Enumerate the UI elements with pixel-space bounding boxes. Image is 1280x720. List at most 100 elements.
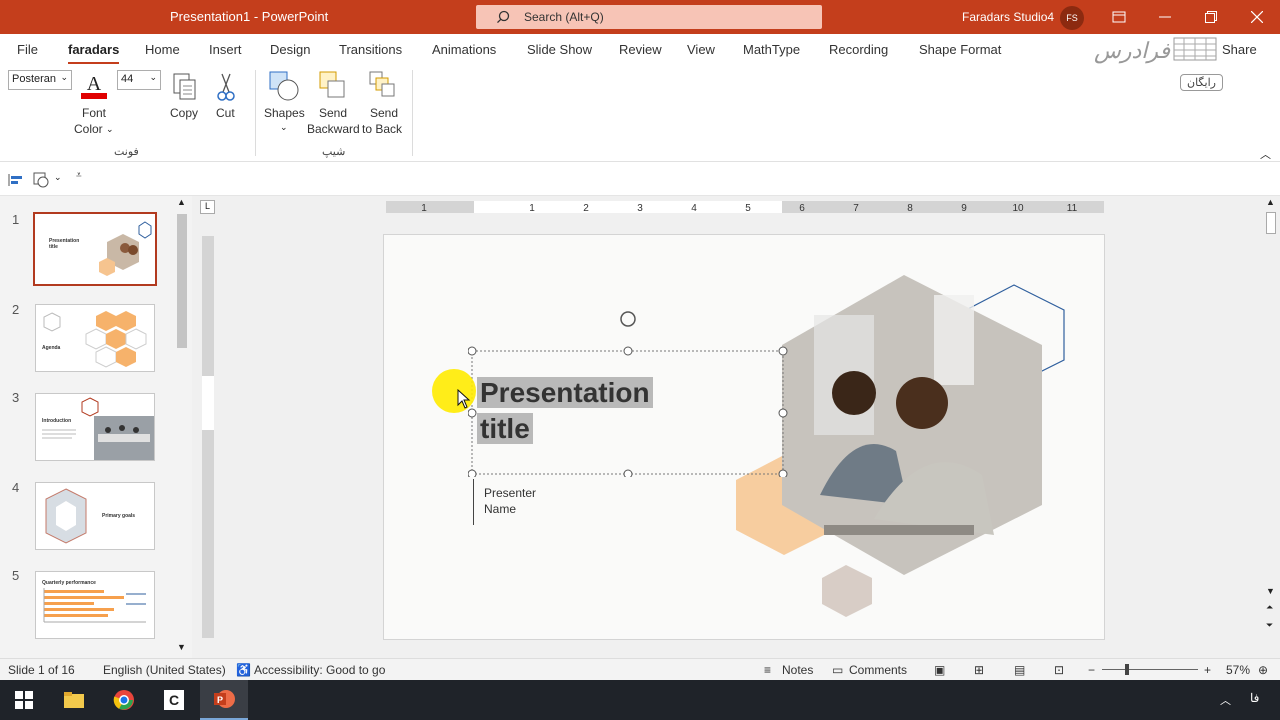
tab-animations[interactable]: Animations bbox=[432, 42, 496, 57]
powerpoint-icon: P bbox=[214, 690, 235, 708]
close-icon[interactable] bbox=[1234, 0, 1280, 34]
tab-view[interactable]: View bbox=[687, 42, 715, 57]
send-to-back-button[interactable]: Send to Back bbox=[360, 70, 408, 140]
shape-outline-icon[interactable] bbox=[33, 172, 49, 188]
zoom-out-icon[interactable]: − bbox=[1088, 663, 1095, 677]
group-separator bbox=[255, 70, 256, 156]
scroll-up-icon[interactable]: ▲ bbox=[177, 197, 186, 207]
comments-button[interactable]: Comments bbox=[849, 663, 907, 677]
tab-recording[interactable]: Recording bbox=[829, 42, 888, 57]
watermark-brand: فرادرس bbox=[1094, 38, 1171, 63]
scrollbar-thumb[interactable] bbox=[177, 214, 187, 348]
restore-icon[interactable] bbox=[1188, 0, 1234, 34]
tab-file[interactable]: File bbox=[17, 42, 38, 57]
send-backward-label-2: Backward bbox=[307, 122, 360, 136]
start-button[interactable] bbox=[0, 680, 48, 720]
tab-faradars[interactable]: faradars bbox=[68, 42, 120, 65]
normal-view-icon[interactable]: ▣ bbox=[934, 663, 945, 677]
send-backward-button[interactable]: Send Backward bbox=[306, 70, 360, 140]
account-name[interactable]: Faradars Studio4 bbox=[962, 10, 1054, 24]
scroll-up-icon[interactable]: ▲ bbox=[1266, 197, 1275, 207]
zoom-slider-thumb[interactable] bbox=[1125, 664, 1129, 675]
slide-thumbnail-3[interactable]: Introduction bbox=[35, 393, 155, 461]
slide-thumbnail-5[interactable]: Quarterly performance bbox=[35, 571, 155, 639]
font-color-icon: A bbox=[81, 73, 107, 99]
font-size-combo[interactable]: 44 ⌄ bbox=[117, 70, 161, 90]
ruler-number: 7 bbox=[853, 203, 859, 213]
tab-review[interactable]: Review bbox=[619, 42, 662, 57]
chevron-down-icon[interactable]: ⌄ bbox=[54, 172, 62, 183]
slide-thumbnail-1[interactable]: Presentation title bbox=[33, 212, 157, 286]
capture-app-button[interactable]: C bbox=[150, 680, 198, 720]
slide-canvas[interactable]: Presentation title Presenter Name bbox=[383, 234, 1105, 640]
file-explorer-button[interactable] bbox=[50, 680, 98, 720]
scroll-down-icon[interactable]: ▼ bbox=[1266, 586, 1275, 596]
accessibility-status[interactable]: Accessibility: Good to go bbox=[254, 663, 385, 677]
slide-thumbnail-4[interactable]: Primary goals bbox=[35, 482, 155, 550]
next-slide-icon[interactable]: ⏷ bbox=[1266, 620, 1273, 631]
notes-button[interactable]: Notes bbox=[782, 663, 813, 677]
windows-logo-icon bbox=[15, 691, 33, 709]
shapes-button[interactable]: Shapes ⌄ bbox=[262, 70, 306, 140]
folder-icon bbox=[64, 692, 84, 708]
powerpoint-button[interactable]: P bbox=[200, 680, 248, 720]
keyboard-language[interactable]: فا bbox=[1250, 691, 1259, 705]
slide-thumbnail-2[interactable]: Agenda bbox=[35, 304, 155, 372]
ribbon-display-options-icon[interactable] bbox=[1096, 0, 1142, 34]
thumb-bar-chart bbox=[43, 588, 146, 623]
font-name-combo[interactable]: Posteran ⌄ bbox=[8, 70, 72, 90]
presenter-name[interactable]: Presenter Name bbox=[484, 485, 554, 517]
slide-title[interactable]: Presentation title bbox=[477, 375, 653, 447]
accessibility-icon: ♿ bbox=[236, 663, 251, 677]
horizontal-ruler[interactable]: 1 1 2 3 4 5 6 7 8 9 10 11 bbox=[386, 201, 1104, 213]
slide-sorter-icon[interactable]: ⊞ bbox=[974, 663, 984, 677]
cut-button[interactable]: Cut bbox=[210, 70, 242, 132]
tab-design[interactable]: Design bbox=[270, 42, 310, 57]
zoom-in-icon[interactable]: + bbox=[1204, 663, 1211, 677]
tab-transitions[interactable]: Transitions bbox=[339, 42, 402, 57]
ruler-number: 3 bbox=[637, 203, 643, 213]
copy-button[interactable]: Copy bbox=[168, 70, 202, 132]
ribbon: Posteran ⌄ A Font Color ⌄ 44 ⌄ Copy Cut … bbox=[0, 64, 1280, 162]
ruler-number: 10 bbox=[1012, 203, 1024, 213]
thumb-number: 2 bbox=[12, 302, 20, 317]
tab-insert[interactable]: Insert bbox=[209, 42, 242, 57]
thumb-number: 3 bbox=[12, 390, 20, 405]
group-separator bbox=[412, 70, 413, 156]
search-box[interactable]: Search (Alt+Q) bbox=[476, 5, 822, 29]
font-color-button[interactable]: A Font Color ⌄ bbox=[74, 70, 114, 144]
scrollbar-thumb[interactable] bbox=[1266, 212, 1276, 234]
customize-qat-icon[interactable]: ⩡ bbox=[76, 170, 82, 181]
thumb-number: 1 bbox=[12, 212, 20, 227]
shapes-icon bbox=[269, 71, 299, 101]
chrome-button[interactable] bbox=[100, 680, 148, 720]
faradars-watermark: فرادرس رایگان bbox=[1092, 34, 1272, 100]
zoom-slider[interactable] bbox=[1102, 669, 1198, 670]
tab-slide-show[interactable]: Slide Show bbox=[527, 42, 592, 57]
search-icon bbox=[497, 10, 510, 24]
chevron-down-icon: ⌄ bbox=[149, 72, 157, 82]
previous-slide-icon[interactable]: ⏶ bbox=[1266, 602, 1273, 613]
align-icon[interactable] bbox=[8, 173, 24, 187]
slide-show-icon[interactable]: ⊡ bbox=[1054, 663, 1064, 677]
minimize-icon[interactable] bbox=[1142, 0, 1188, 34]
language-indicator[interactable]: English (United States) bbox=[103, 663, 226, 677]
thumbnails-scrollbar[interactable]: ▲ ▼ bbox=[174, 196, 190, 658]
fit-slide-icon[interactable]: ⊕ bbox=[1258, 663, 1268, 677]
tab-home[interactable]: Home bbox=[145, 42, 180, 57]
tab-stop-selector[interactable]: L bbox=[200, 200, 215, 214]
avatar[interactable]: FS bbox=[1060, 6, 1084, 30]
reading-view-icon[interactable]: ▤ bbox=[1014, 663, 1025, 677]
scroll-down-icon[interactable]: ▼ bbox=[177, 642, 186, 652]
windows-taskbar: C P ︿ فا bbox=[0, 680, 1280, 720]
tab-shape-format[interactable]: Shape Format bbox=[919, 42, 1001, 57]
camtasia-icon: C bbox=[164, 690, 184, 710]
thumb-hexagons bbox=[43, 311, 147, 368]
tab-mathtype[interactable]: MathType bbox=[743, 42, 800, 57]
font-size-value: 44 bbox=[121, 73, 134, 85]
zoom-level[interactable]: 57% bbox=[1226, 663, 1250, 677]
collapse-ribbon-icon[interactable]: ︿ bbox=[1260, 146, 1271, 162]
vertical-ruler[interactable] bbox=[202, 236, 214, 638]
editor-scrollbar[interactable]: ▲ ▼ ⏶ ⏷ bbox=[1262, 196, 1280, 658]
tray-chevron-up-icon[interactable]: ︿ bbox=[1220, 692, 1231, 708]
